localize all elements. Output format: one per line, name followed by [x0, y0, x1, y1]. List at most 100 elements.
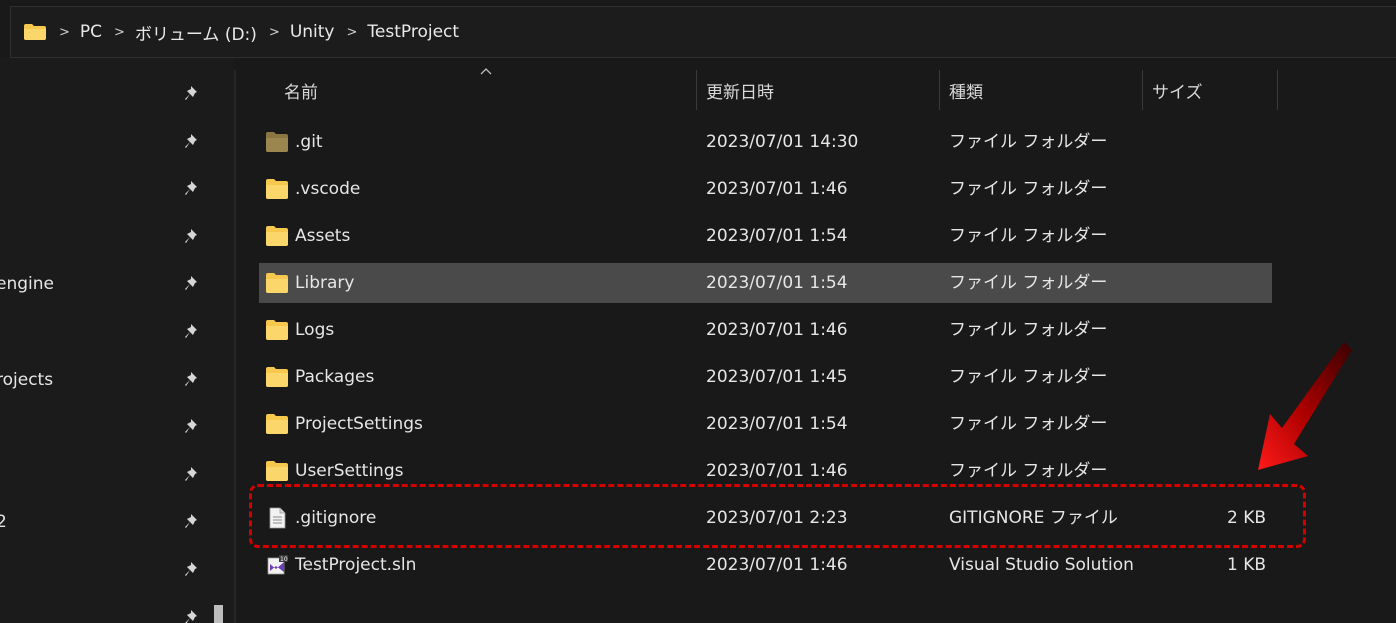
file-type: ファイル フォルダー — [949, 226, 1108, 246]
pane-divider[interactable] — [234, 70, 236, 623]
nav-item[interactable]: 2 — [0, 502, 210, 542]
file-type: ファイル フォルダー — [949, 273, 1108, 293]
chevron-right-icon: > — [59, 24, 70, 40]
file-name: TestProject.sln — [295, 555, 417, 575]
file-size — [1146, 263, 1266, 303]
file-modified-date: 2023/07/01 1:54 — [706, 226, 848, 246]
file-size — [1146, 122, 1266, 162]
annotation-arrow-icon — [1258, 342, 1352, 470]
file-row[interactable]: Library 2023/07/01 1:54 ファイル フォルダー — [259, 263, 1272, 303]
column-divider[interactable] — [1142, 70, 1143, 110]
column-header-type[interactable]: 種類 — [949, 70, 983, 110]
nav-item[interactable] — [0, 455, 210, 495]
pin-icon[interactable] — [183, 322, 203, 342]
file-row[interactable]: 10 TestProject.sln 2023/07/01 1:46 Visual S… — [259, 545, 1272, 585]
nav-item[interactable] — [0, 550, 210, 590]
file-name: .vscode — [295, 179, 361, 199]
file-size: 1 KB — [1226, 555, 1266, 575]
breadcrumb-unity[interactable]: Unity — [290, 22, 335, 42]
file-modified-date: 2023/07/01 1:54 — [706, 273, 848, 293]
file-name: .git — [295, 132, 323, 152]
nav-item-label: engine — [0, 274, 54, 294]
pin-icon[interactable] — [183, 227, 203, 247]
file-size — [1146, 169, 1266, 209]
pin-icon[interactable] — [183, 417, 203, 437]
pin-icon[interactable] — [183, 370, 203, 390]
sort-ascending-icon — [480, 68, 492, 75]
file-type: Visual Studio Solution — [949, 555, 1134, 575]
folder-icon — [266, 226, 288, 246]
pin-icon[interactable] — [183, 179, 203, 199]
folder-icon — [266, 273, 288, 293]
file-type: ファイル フォルダー — [949, 320, 1108, 340]
pin-icon[interactable] — [183, 84, 203, 104]
breadcrumb-volume-d[interactable]: ボリューム (D:) — [135, 20, 257, 45]
column-header-name[interactable]: 名前 — [284, 70, 318, 110]
file-type: ファイル フォルダー — [949, 367, 1108, 387]
navigation-pane: engine rojects 2 — [0, 58, 234, 623]
column-divider[interactable] — [1277, 70, 1278, 110]
file-type: ファイル フォルダー — [949, 132, 1108, 152]
folder-icon — [266, 414, 288, 434]
pin-icon[interactable] — [183, 274, 203, 294]
file-modified-date: 2023/07/01 1:46 — [706, 179, 848, 199]
file-row[interactable]: Assets 2023/07/01 1:54 ファイル フォルダー — [259, 216, 1272, 256]
column-header-modified[interactable]: 更新日時 — [706, 70, 774, 110]
file-size — [1146, 216, 1266, 256]
nav-item[interactable] — [0, 217, 210, 257]
file-name: Assets — [295, 226, 351, 246]
annotation-highlight-box — [249, 484, 1306, 548]
chevron-right-icon: > — [114, 24, 125, 40]
nav-item[interactable]: rojects — [0, 360, 210, 400]
column-divider[interactable] — [939, 70, 940, 110]
chevron-right-icon: > — [346, 24, 358, 40]
file-name: Logs — [295, 320, 335, 340]
nav-item[interactable] — [0, 598, 210, 623]
pin-icon[interactable] — [183, 608, 203, 623]
file-row[interactable]: .vscode 2023/07/01 1:46 ファイル フォルダー — [259, 169, 1272, 209]
file-modified-date: 2023/07/01 1:45 — [706, 367, 848, 387]
file-modified-date: 2023/07/01 14:30 — [706, 132, 859, 152]
pin-icon[interactable] — [183, 512, 203, 532]
pin-icon[interactable] — [183, 132, 203, 152]
file-row[interactable]: .git 2023/07/01 14:30 ファイル フォルダー — [259, 122, 1272, 162]
nav-item[interactable] — [0, 122, 210, 162]
column-divider[interactable] — [696, 70, 697, 110]
folder-icon — [266, 461, 288, 481]
folder-icon — [24, 24, 46, 40]
file-modified-date: 2023/07/01 1:54 — [706, 414, 848, 434]
nav-item-label: rojects — [0, 370, 54, 390]
column-header-size[interactable]: サイズ — [1152, 70, 1203, 110]
nav-scrollbar-thumb[interactable] — [214, 605, 223, 623]
nav-item-label: 2 — [0, 512, 7, 532]
breadcrumb-pc[interactable]: PC — [80, 22, 102, 42]
pin-icon[interactable] — [183, 465, 203, 485]
chevron-right-icon: > — [268, 24, 280, 40]
folder-icon — [266, 179, 288, 199]
address-bar[interactable]: > PC > ボリューム (D:) > Unity > TestProject — [10, 6, 1396, 58]
folder-icon — [266, 320, 288, 340]
nav-item[interactable] — [0, 312, 210, 352]
svg-text:10: 10 — [280, 556, 288, 563]
file-type: ファイル フォルダー — [949, 179, 1108, 199]
breadcrumb-testproject[interactable]: TestProject — [367, 22, 459, 42]
folder-hidden-icon — [266, 132, 288, 152]
pin-icon[interactable] — [183, 560, 203, 580]
nav-item[interactable] — [0, 169, 210, 209]
file-modified-date: 2023/07/01 1:46 — [706, 320, 848, 340]
nav-item[interactable] — [0, 74, 210, 114]
nav-scrollbar-track[interactable] — [211, 70, 224, 623]
file-name: ProjectSettings — [295, 414, 423, 434]
file-modified-date: 2023/07/01 1:46 — [706, 555, 848, 575]
file-row[interactable]: Logs 2023/07/01 1:46 ファイル フォルダー — [259, 310, 1272, 350]
file-row[interactable]: ProjectSettings 2023/07/01 1:54 ファイル フォルダー — [259, 404, 1272, 444]
nav-item[interactable] — [0, 407, 210, 447]
file-name: Packages — [295, 367, 375, 387]
file-name: Library — [295, 273, 355, 293]
file-row[interactable]: Packages 2023/07/01 1:45 ファイル フォルダー — [259, 357, 1272, 397]
file-explorer-window: > PC > ボリューム (D:) > Unity > TestProject … — [0, 0, 1396, 623]
folder-icon — [266, 367, 288, 387]
file-type: ファイル フォルダー — [949, 414, 1108, 434]
visual-studio-solution-icon: 10 — [267, 555, 288, 575]
nav-item[interactable]: engine — [0, 264, 210, 304]
